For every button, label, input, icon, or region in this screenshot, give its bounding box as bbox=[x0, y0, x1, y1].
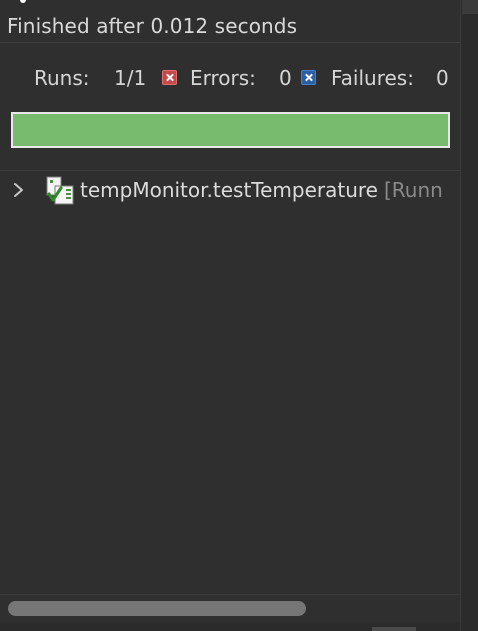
runs-value: 1/1 bbox=[114, 66, 147, 90]
test-counters: Runs: 1/1 Errors: 0 Failures: 0 bbox=[0, 66, 460, 90]
divider bbox=[0, 170, 460, 171]
tree-item[interactable]: tempMonitor.testTemperature [Runn bbox=[0, 174, 460, 206]
runs-label: Runs: bbox=[34, 66, 90, 90]
errors-label: Errors: bbox=[190, 66, 256, 90]
bottom-strip bbox=[0, 622, 460, 631]
vertical-scrollbar[interactable] bbox=[460, 0, 478, 631]
chevron-right-icon[interactable] bbox=[12, 181, 26, 199]
horizontal-scrollbar[interactable] bbox=[0, 594, 460, 623]
test-name: tempMonitor.testTemperature bbox=[80, 178, 378, 202]
scrollbar-track[interactable] bbox=[462, 0, 478, 14]
failure-icon bbox=[301, 70, 316, 85]
tree-item-label: tempMonitor.testTemperature [Runn bbox=[80, 178, 443, 202]
status-message: Finished after 0.012 seconds bbox=[7, 14, 298, 38]
error-icon bbox=[162, 70, 177, 85]
scrollbar-thumb[interactable] bbox=[8, 601, 306, 616]
panel-top-edge bbox=[0, 0, 478, 10]
progress-bar bbox=[11, 112, 450, 148]
failures-label: Failures: bbox=[331, 66, 414, 90]
test-suite-passed-icon bbox=[46, 176, 74, 205]
resize-notch[interactable] bbox=[20, 0, 26, 3]
bottom-tab[interactable] bbox=[372, 627, 416, 631]
errors-value: 0 bbox=[279, 66, 292, 90]
progress-fill bbox=[13, 114, 448, 146]
divider bbox=[0, 42, 460, 43]
failures-value: 0 bbox=[436, 66, 449, 90]
junit-panel: Finished after 0.012 seconds Runs: 1/1 E… bbox=[0, 0, 478, 631]
test-status-suffix: [Runn bbox=[383, 178, 443, 202]
